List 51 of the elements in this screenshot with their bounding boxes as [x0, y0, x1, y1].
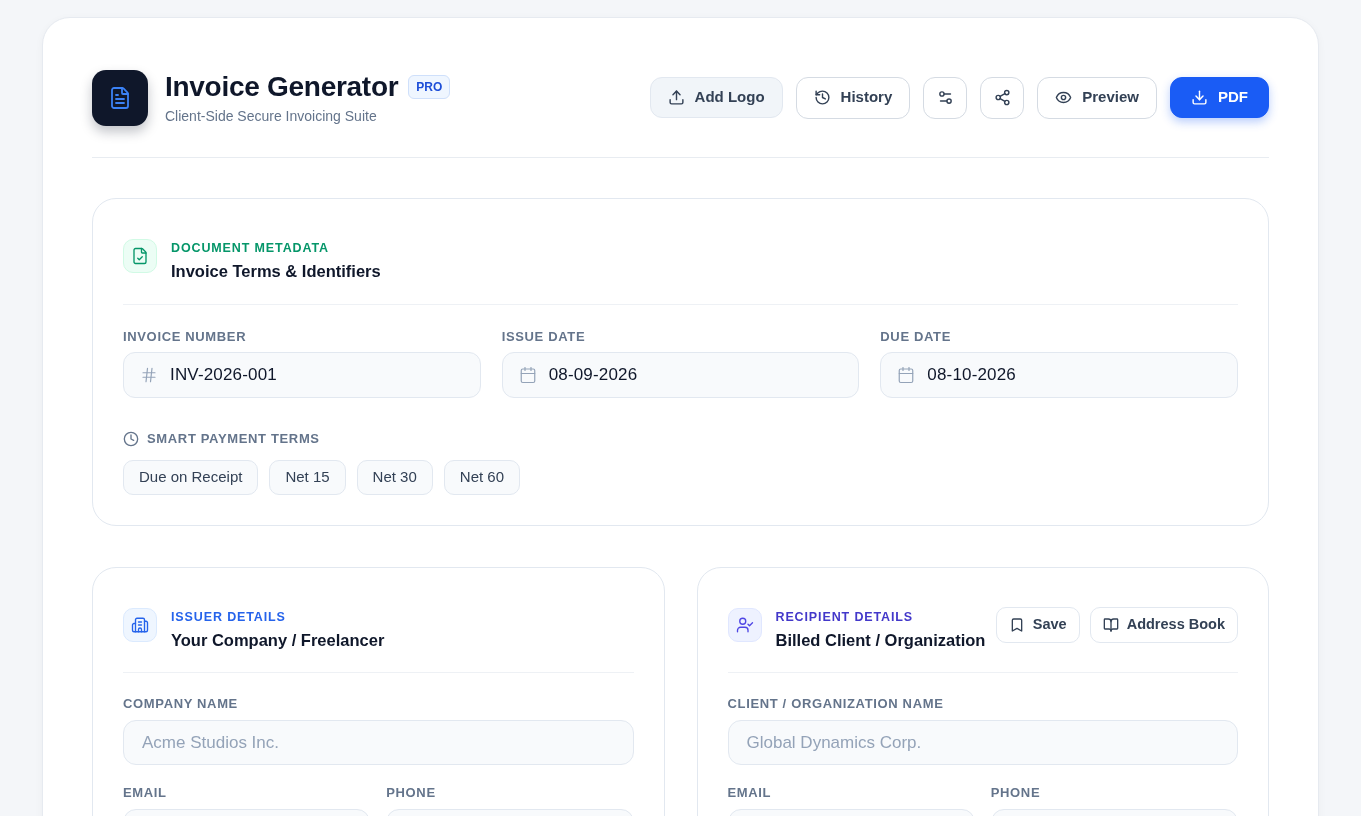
section-eyebrow: RECIPIENT DETAILS	[775, 609, 915, 625]
pro-badge: PRO	[408, 75, 451, 99]
field-label: INVOICE NUMBER	[123, 329, 248, 345]
app-title: Invoice Generator	[165, 70, 399, 104]
address-book-button[interactable]: Address Book	[1089, 607, 1238, 643]
upload-icon	[667, 89, 685, 106]
field-label: EMAIL	[727, 785, 773, 801]
share-icon	[993, 89, 1011, 106]
invoice-number-field[interactable]: INV-2026-001	[123, 352, 481, 398]
field-label: EMAIL	[123, 785, 168, 801]
pdf-download-button[interactable]: PDF	[1170, 77, 1269, 118]
section-title: Billed Client / Organization	[775, 630, 986, 651]
add-logo-button[interactable]: Add Logo	[649, 77, 783, 118]
due-date-field[interactable]: 08-10-2026	[880, 352, 1238, 398]
preview-button[interactable]: Preview	[1037, 76, 1157, 119]
payment-term-chip[interactable]: Net 30	[356, 460, 433, 495]
user-check-icon	[727, 608, 762, 642]
app-subtitle: Client-Side Secure Invoicing Suite	[165, 107, 378, 126]
field-label: COMPANY NAME	[123, 696, 239, 712]
section-eyebrow: ISSUER DETAILS	[171, 609, 287, 625]
payment-term-chip[interactable]: Net 15	[269, 460, 346, 495]
field-label: DUE DATE	[880, 329, 952, 345]
section-title: Invoice Terms & Identifiers	[171, 261, 381, 282]
hash-icon	[140, 366, 158, 384]
terms-label: SMART PAYMENT TERMS	[147, 431, 320, 447]
field-label: PHONE	[990, 785, 1042, 801]
history-button[interactable]: History	[795, 76, 911, 119]
payment-term-chip[interactable]: Due on Receipt	[123, 460, 259, 495]
section-eyebrow: DOCUMENT METADATA	[171, 240, 330, 256]
share-button[interactable]	[980, 76, 1025, 119]
field-label: CLIENT / ORGANIZATION NAME	[727, 696, 945, 712]
calendar-icon	[897, 366, 916, 384]
clock-icon	[123, 431, 139, 447]
file-check-icon	[123, 239, 157, 273]
field-label: PHONE	[386, 785, 437, 801]
payment-term-chip[interactable]: Net 60	[443, 460, 520, 495]
section-title: Your Company / Freelancer	[171, 630, 385, 651]
settings-button[interactable]	[923, 76, 968, 119]
calendar-icon	[518, 366, 537, 384]
save-button[interactable]: Save	[995, 607, 1080, 643]
building-icon	[123, 608, 157, 642]
download-icon	[1191, 89, 1208, 106]
document-logo-icon	[92, 69, 148, 126]
name-input-field[interactable]: Global Dynamics Corp.	[727, 720, 1238, 765]
field-label: ISSUE DATE	[501, 329, 587, 345]
history-icon	[813, 89, 831, 106]
issue-date-field[interactable]: 08-09-2026	[501, 352, 860, 398]
eye-icon	[1055, 89, 1073, 106]
name-input-field[interactable]: Acme Studios Inc.	[123, 720, 634, 765]
book-icon	[1102, 617, 1119, 633]
sliders-icon	[936, 89, 954, 106]
